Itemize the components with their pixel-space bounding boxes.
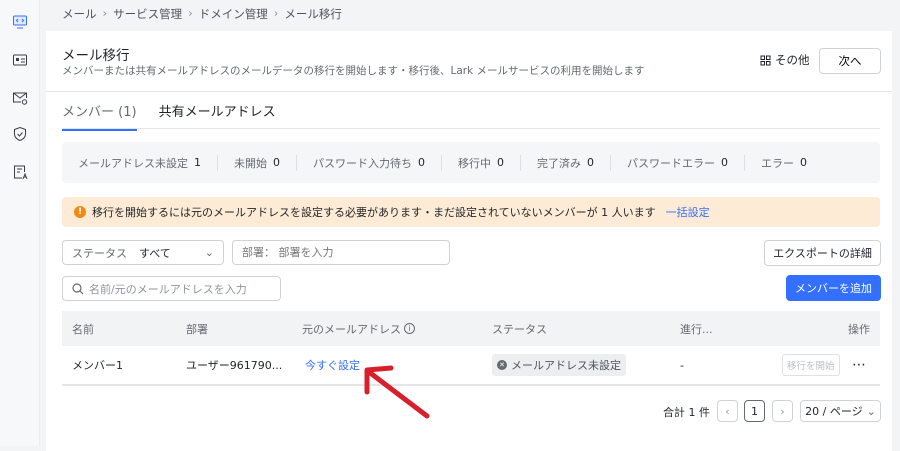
page-size-value: 20 / ページ <box>805 405 863 418</box>
shield-check-icon[interactable] <box>12 126 28 142</box>
more-actions-icon[interactable]: ⋯ <box>852 346 867 384</box>
code-monitor-icon[interactable] <box>12 14 28 30</box>
x-circle-icon: ✕ <box>497 360 507 370</box>
next-page-button[interactable]: › <box>772 400 793 422</box>
prev-page-button[interactable]: ‹ <box>717 400 738 422</box>
stat-item[interactable]: エラー 0 <box>745 155 823 171</box>
page-description: メンバーまたは共有メールアドレスのメールデータの移行を開始します・移行後、Lar… <box>62 65 645 77</box>
document-user-icon[interactable] <box>12 164 28 180</box>
tab-shared-addresses[interactable]: 共有メールアドレス <box>159 101 276 131</box>
stat-item[interactable]: 完了済み 0 <box>521 154 611 171</box>
page-button-current[interactable]: 1 <box>744 400 765 422</box>
warning-text: 移行を開始するには元のメールアドレスを設定する必要があります・まだ設定されていな… <box>92 206 656 219</box>
breadcrumb-item[interactable]: サービス管理 <box>113 6 182 22</box>
column-header: 名前 <box>72 322 94 336</box>
sidebar <box>0 0 40 446</box>
stat-item[interactable]: 移行中 0 <box>442 154 521 171</box>
tab-divider <box>62 128 880 129</box>
stat-label: メールアドレス未設定 <box>78 156 188 170</box>
export-details-button[interactable]: エクスポートの詳細 <box>764 240 881 266</box>
page-title: メール移行 <box>62 48 130 64</box>
stat-item[interactable]: パスワード入力待ち 0 <box>297 154 442 171</box>
search-placeholder: 名前/元のメールアドレスを入力 <box>89 282 247 296</box>
next-button[interactable]: 次へ <box>819 48 881 74</box>
column-header: 部署 <box>186 322 208 336</box>
column-header-label: 元のメールアドレス <box>302 322 401 336</box>
main-card: メール移行 メンバーまたは共有メールアドレスのメールデータの移行を開始します・移… <box>46 31 892 451</box>
status-summary: メールアドレス未設定 1 未開始 0 パスワード入力待ち 0 移行中 0 完了済み 0 パ… <box>62 142 880 183</box>
stat-label: エラー <box>761 156 794 170</box>
search-icon <box>72 282 84 294</box>
breadcrumb-item[interactable]: ドメイン管理 <box>199 6 268 22</box>
status-cell: ✕ メールアドレス未設定 <box>492 346 626 384</box>
stat-label: 移行中 <box>458 156 491 170</box>
status-select-label: ステータス <box>72 246 127 260</box>
stat-item[interactable]: メールアドレス未設定 1 <box>78 154 218 171</box>
divider <box>46 91 892 92</box>
progress-value: - <box>680 358 684 372</box>
stat-value: 0 <box>497 156 504 169</box>
table-row: メンバー1 ユーザー961790... 今すぐ設定 ✕ メールアドレス未設定 - … <box>62 346 880 386</box>
stat-item[interactable]: パスワードエラー 0 <box>611 154 745 171</box>
stat-value: 0 <box>721 156 728 169</box>
set-now-link[interactable]: 今すぐ設定 <box>305 346 360 384</box>
more-label: その他 <box>775 53 810 67</box>
tabs: メンバー (1) 共有メールアドレス <box>62 101 276 131</box>
search-input[interactable]: 名前/元のメールアドレスを入力 <box>62 276 281 301</box>
page-size-select[interactable]: 20 / ページ ⌄ <box>800 400 881 422</box>
stat-value: 0 <box>587 156 594 169</box>
chevron-down-icon: ⌄ <box>866 404 876 418</box>
stat-label: 未開始 <box>234 156 267 170</box>
breadcrumb: メール › サービス管理 › ドメイン管理 › メール移行 <box>62 6 342 22</box>
breadcrumb-current: メール移行 <box>284 7 342 21</box>
more-button[interactable]: その他 <box>760 52 810 68</box>
warning-banner: ! 移行を開始するには元のメールアドレスを設定する必要があります・まだ設定されて… <box>62 197 880 227</box>
red-arrow-annotation <box>364 365 430 419</box>
status-select[interactable]: ステータス すべて ⌄ <box>62 240 224 265</box>
action-cell: 移行を開始 <box>782 346 840 384</box>
status-badge: ✕ メールアドレス未設定 <box>492 354 626 376</box>
add-member-button[interactable]: メンバーを追加 <box>786 275 881 301</box>
bulk-set-link[interactable]: 一括設定 <box>666 204 710 220</box>
stat-value: 0 <box>418 156 425 169</box>
stat-value: 0 <box>273 156 280 169</box>
pagination-total: 合計 1 件 <box>663 406 710 419</box>
mail-settings-icon[interactable] <box>12 90 28 106</box>
table-header: 名前 部署 元のメールアドレス i ステータス 進行... 操作 <box>62 311 880 346</box>
info-icon[interactable]: i <box>404 323 415 334</box>
column-header: 元のメールアドレス i <box>302 311 415 346</box>
warning-icon: ! <box>74 206 86 218</box>
stat-value: 1 <box>194 156 201 169</box>
stat-label: パスワード入力待ち <box>313 156 412 170</box>
column-header: 進行... <box>680 322 713 336</box>
stat-value: 0 <box>800 156 807 169</box>
stat-label: 完了済み <box>537 156 581 170</box>
chevron-down-icon: ⌄ <box>204 246 214 259</box>
stat-item[interactable]: 未開始 0 <box>218 154 297 171</box>
department-input[interactable] <box>232 240 450 265</box>
grid-icon <box>760 55 771 65</box>
member-department: ユーザー961790... <box>186 359 283 372</box>
stat-label: パスワードエラー <box>627 156 715 170</box>
contact-card-icon[interactable] <box>12 52 28 68</box>
member-name: メンバー1 <box>72 359 123 372</box>
column-header: ステータス <box>492 322 547 336</box>
status-select-value: すべて <box>139 246 171 260</box>
status-badge-label: メールアドレス未設定 <box>511 359 621 372</box>
breadcrumb-item[interactable]: メール <box>62 6 97 22</box>
start-migration-button[interactable]: 移行を開始 <box>782 354 840 376</box>
column-header: 操作 <box>848 322 870 336</box>
tab-members[interactable]: メンバー (1) <box>62 101 137 131</box>
